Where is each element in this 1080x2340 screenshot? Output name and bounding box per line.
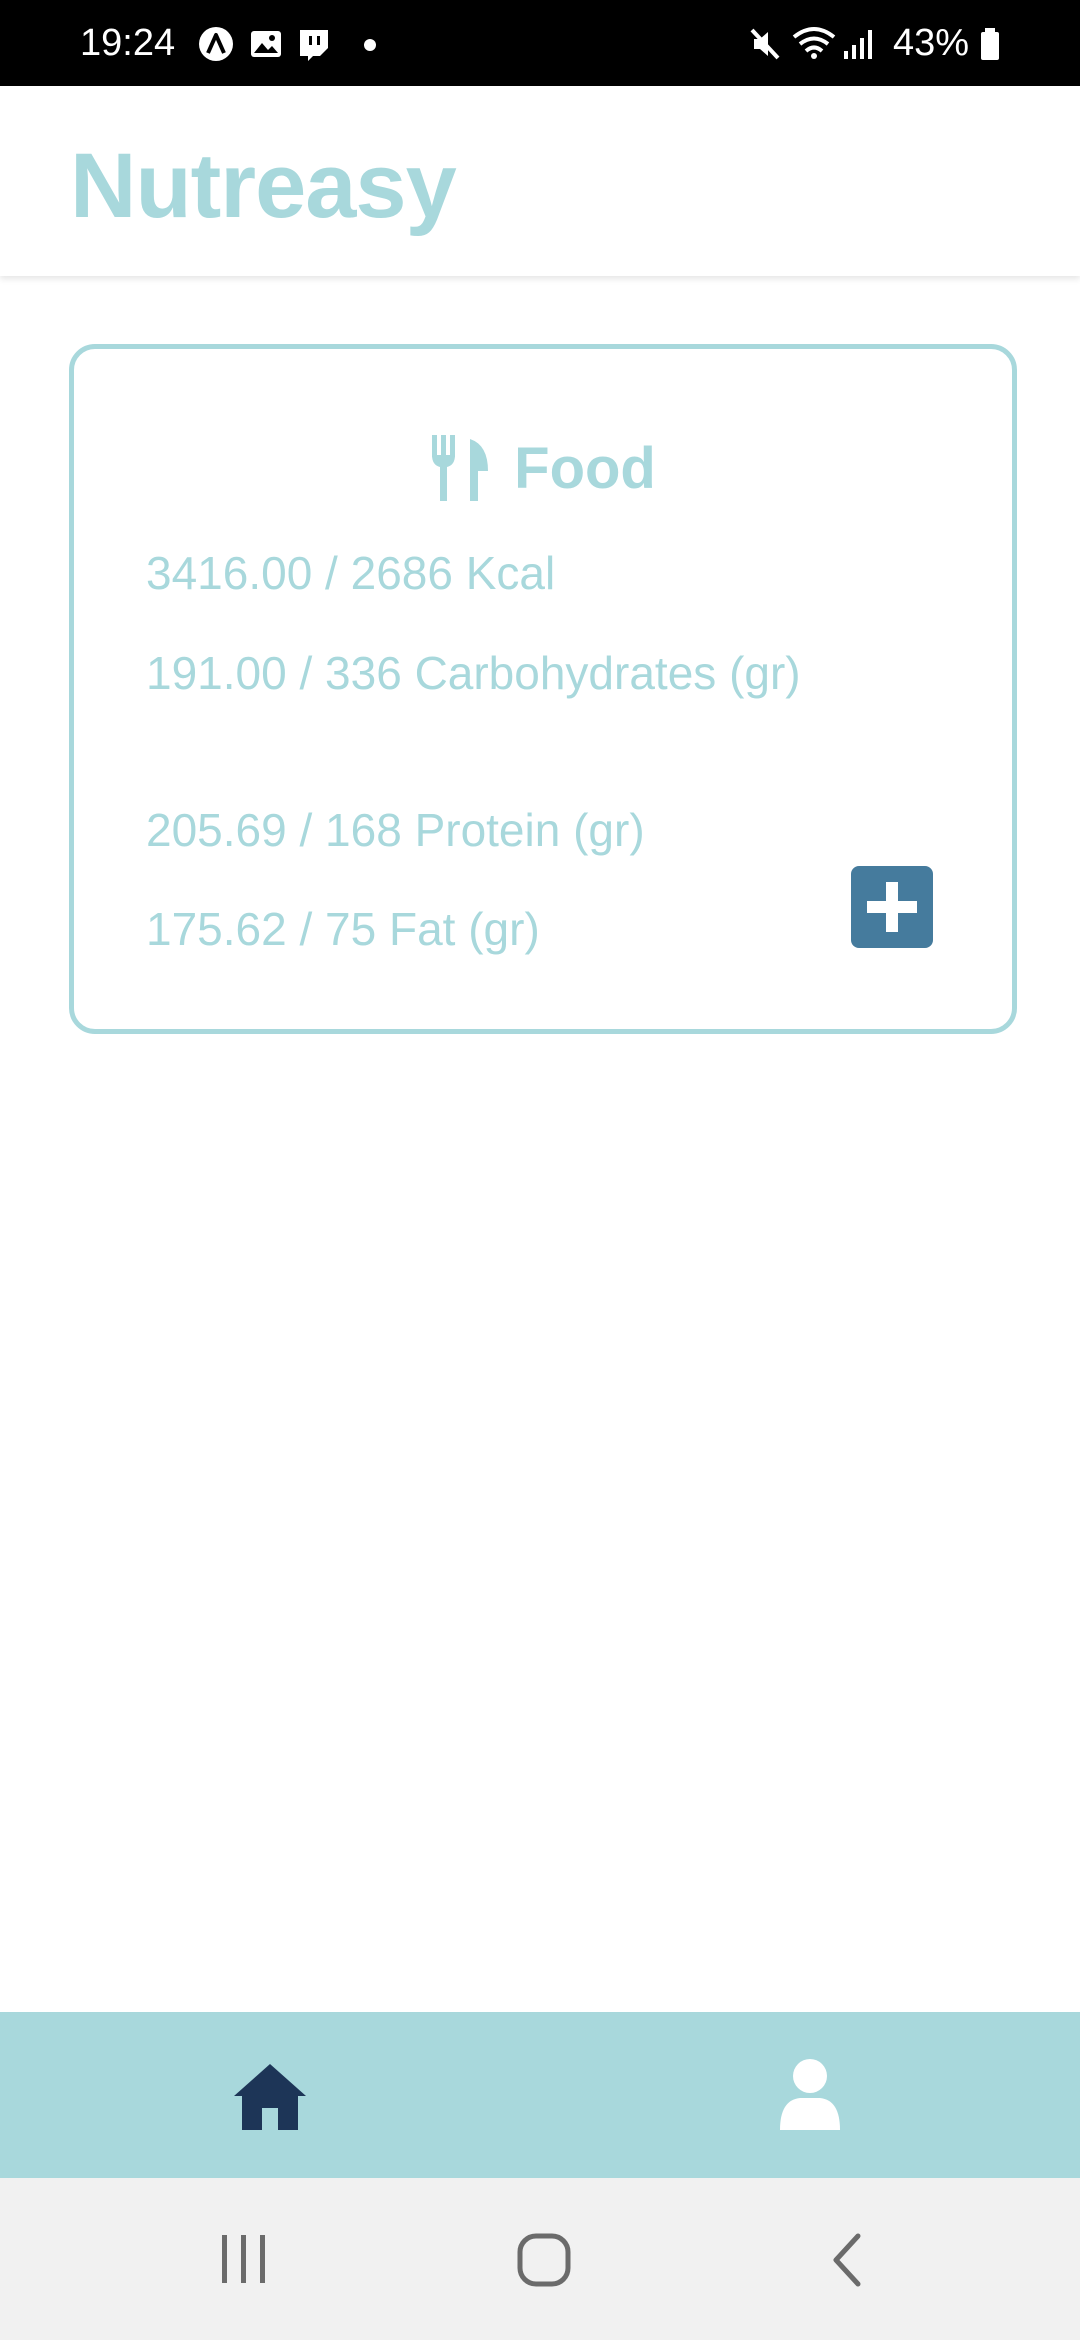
add-food-button[interactable]	[851, 866, 933, 948]
app-bar: Nutreasy	[0, 86, 1080, 276]
card-header: Food	[74, 429, 1012, 509]
app-screen: 19:24 43% Nutreasy Food 3416.00 / 2686 K…	[0, 0, 1080, 2340]
app-title: Nutreasy	[70, 135, 457, 237]
wifi-icon	[792, 27, 836, 59]
carbohydrates-stat: 191.00 / 336 Carbohydrates (gr)	[146, 647, 801, 699]
battery-icon	[981, 28, 999, 60]
status-time: 19:24	[80, 22, 176, 64]
bottom-navigation	[0, 2012, 1080, 2178]
nav-profile[interactable]	[540, 2012, 1080, 2178]
status-bar: 19:24 43%	[0, 0, 1080, 86]
home-icon	[234, 2064, 306, 2130]
recent-apps-button[interactable]	[143, 2178, 343, 2340]
card-title: Food	[514, 436, 656, 501]
app-a-icon	[199, 27, 233, 61]
protein-stat: 205.69 / 168 Protein (gr)	[146, 804, 645, 856]
fat-stat: 175.62 / 75 Fat (gr)	[146, 903, 540, 955]
back-icon	[833, 2233, 861, 2287]
nav-home[interactable]	[0, 2012, 540, 2178]
home-circle-icon	[517, 2233, 571, 2287]
kcal-stat: 3416.00 / 2686 Kcal	[146, 547, 556, 599]
mute-icon	[750, 28, 780, 60]
gallery-icon	[251, 31, 281, 57]
food-summary-card: Food 3416.00 / 2686 Kcal 191.00 / 336 Ca…	[69, 344, 1017, 1034]
system-navigation-bar	[0, 2178, 1080, 2340]
signal-icon	[844, 30, 872, 59]
back-button[interactable]	[748, 2178, 948, 2340]
user-icon	[780, 2059, 840, 2130]
utensils-icon	[432, 435, 489, 501]
battery-percent: 43%	[893, 22, 970, 64]
system-home-button[interactable]	[444, 2178, 644, 2340]
twitch-icon	[300, 30, 328, 61]
recent-apps-icon	[222, 2235, 265, 2283]
dot-icon	[364, 39, 376, 51]
